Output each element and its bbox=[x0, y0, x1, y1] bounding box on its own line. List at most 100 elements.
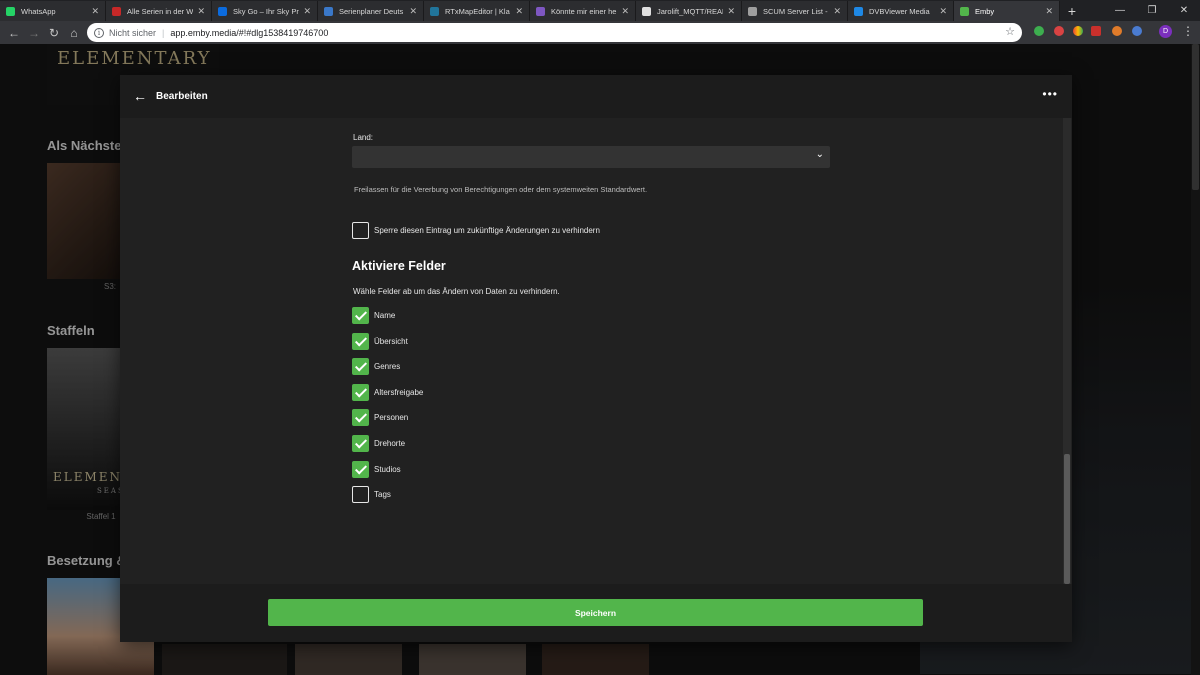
browser-tab[interactable]: RTxMapEditor | Kla ✕ bbox=[424, 1, 530, 21]
lock-item-row[interactable]: Sperre diesen Eintrag um zukünftige Ände… bbox=[352, 222, 600, 239]
browser-tab[interactable]: Könnte mir einer he ✕ bbox=[530, 1, 636, 21]
field-checkbox[interactable] bbox=[352, 307, 369, 324]
enabled-fields-description: Wähle Felder ab um das Ändern von Daten … bbox=[353, 287, 560, 296]
reload-icon[interactable]: ↻ bbox=[44, 23, 64, 43]
enabled-fields-heading: Aktiviere Felder bbox=[352, 259, 446, 273]
field-checkbox-row[interactable]: Übersicht bbox=[352, 332, 408, 350]
tab-close-icon[interactable]: ✕ bbox=[515, 6, 523, 17]
save-button[interactable]: Speichern bbox=[268, 599, 923, 626]
field-checkbox-label[interactable]: Drehorte bbox=[374, 439, 405, 448]
field-checkbox[interactable] bbox=[352, 383, 369, 401]
dialog-scrollbar-thumb[interactable] bbox=[1064, 454, 1070, 584]
field-checkbox[interactable] bbox=[352, 409, 369, 427]
minimize-button[interactable]: — bbox=[1104, 0, 1136, 20]
field-checkbox-row[interactable]: Name bbox=[352, 307, 395, 324]
extension-icon-orange[interactable] bbox=[1112, 26, 1122, 36]
tab-close-icon[interactable]: ✕ bbox=[91, 6, 99, 17]
info-icon[interactable]: i bbox=[94, 27, 104, 38]
tab-close-icon[interactable]: ✕ bbox=[939, 6, 947, 17]
tab-title: DVBViewer Media bbox=[869, 6, 930, 16]
tab-title: RTxMapEditor | Kla bbox=[445, 6, 510, 16]
field-checkbox-row[interactable]: Tags bbox=[352, 486, 391, 504]
field-checkbox-label[interactable]: Genres bbox=[374, 362, 400, 371]
browser-tab[interactable]: Emby ✕ bbox=[954, 1, 1060, 21]
tab-close-icon[interactable]: ✕ bbox=[409, 6, 417, 17]
browser-tab[interactable]: Sky Go – Ihr Sky Pr ✕ bbox=[212, 1, 318, 21]
home-icon[interactable]: ⌂ bbox=[64, 23, 84, 43]
tab-close-icon[interactable]: ✕ bbox=[303, 6, 311, 17]
dialog-footer: Speichern bbox=[120, 584, 1072, 642]
tab-strip: WhatsApp ✕ Alle Serien in der W ✕ Sky Go – I… bbox=[0, 1, 1060, 21]
tab-close-icon[interactable]: ✕ bbox=[621, 6, 629, 17]
extension-icon-abp[interactable] bbox=[1091, 26, 1101, 36]
window-controls: — ❐ ✕ bbox=[1104, 0, 1200, 20]
field-checkbox-row[interactable]: Drehorte bbox=[352, 435, 405, 452]
address-separator: | bbox=[162, 27, 165, 38]
field-checkbox-row[interactable]: Altersfreigabe bbox=[352, 383, 423, 401]
chevron-down-icon: ⌄ bbox=[815, 149, 824, 160]
address-bar[interactable]: i Nicht sicher | app.emby.media/#!#dlg15… bbox=[87, 23, 1022, 42]
browser-tab[interactable]: Serienplaner Deuts ✕ bbox=[318, 1, 424, 21]
tab-title: Alle Serien in der W bbox=[127, 6, 194, 16]
country-label: Land: bbox=[353, 133, 374, 142]
field-checkbox[interactable] bbox=[352, 486, 369, 504]
browser-tab[interactable]: WhatsApp ✕ bbox=[0, 1, 106, 21]
lock-item-label[interactable]: Sperre diesen Eintrag um zukünftige Ände… bbox=[374, 226, 600, 235]
tab-close-icon[interactable]: ✕ bbox=[197, 6, 205, 17]
tab-favicon-icon bbox=[6, 6, 15, 16]
tab-title: Sky Go – Ihr Sky Pr bbox=[233, 6, 299, 16]
field-checkbox-label[interactable]: Name bbox=[374, 311, 395, 320]
maximize-button[interactable]: ❐ bbox=[1136, 0, 1168, 20]
lock-item-checkbox[interactable] bbox=[352, 222, 369, 239]
bookmark-star-icon[interactable]: ☆ bbox=[1005, 25, 1015, 38]
tab-title: Emby bbox=[975, 6, 995, 16]
new-tab-button[interactable]: + bbox=[1060, 1, 1084, 21]
extension-icon-red[interactable] bbox=[1054, 26, 1064, 36]
extension-icon-blue[interactable] bbox=[1132, 26, 1142, 36]
field-checkbox-row[interactable]: Personen bbox=[352, 409, 408, 427]
browser-tab[interactable]: SCUM Server List - ✕ bbox=[742, 1, 848, 21]
tab-title: Jarolift_MQTT/REAL bbox=[657, 6, 724, 16]
field-checkbox[interactable] bbox=[352, 358, 369, 376]
field-checkbox-row[interactable]: Genres bbox=[352, 358, 400, 376]
forward-nav-icon[interactable]: → bbox=[24, 23, 44, 43]
close-window-button[interactable]: ✕ bbox=[1168, 0, 1200, 20]
back-nav-icon[interactable]: ← bbox=[4, 23, 24, 43]
field-checkbox[interactable] bbox=[352, 332, 369, 350]
tab-favicon-icon bbox=[960, 6, 969, 16]
security-label: Nicht sicher bbox=[109, 27, 157, 38]
field-checkbox-label[interactable]: Personen bbox=[374, 413, 408, 422]
extension-icon-multicolor[interactable] bbox=[1073, 26, 1083, 36]
profile-avatar[interactable]: D bbox=[1159, 25, 1172, 38]
browser-tab-bar: WhatsApp ✕ Alle Serien in der W ✕ Sky Go – I… bbox=[0, 0, 1200, 21]
field-checkbox-label[interactable]: Studios bbox=[374, 465, 401, 474]
browser-tab[interactable]: Jarolift_MQTT/REAL ✕ bbox=[636, 1, 742, 21]
field-checkbox-label[interactable]: Tags bbox=[374, 490, 391, 499]
dialog-header: ← Bearbeiten ••• bbox=[120, 75, 1072, 118]
tab-close-icon[interactable]: ✕ bbox=[727, 6, 735, 17]
tab-favicon-icon bbox=[642, 6, 651, 16]
tab-close-icon[interactable]: ✕ bbox=[1045, 6, 1053, 17]
field-checkbox[interactable] bbox=[352, 435, 369, 452]
country-select[interactable]: ⌄ bbox=[352, 146, 830, 168]
field-checkbox[interactable] bbox=[352, 460, 369, 478]
dialog-body: Land: ⌄ Freilassen für die Vererbung von… bbox=[120, 118, 1072, 584]
url-text[interactable]: app.emby.media/#!#dlg1538419746700 bbox=[170, 28, 328, 38]
back-arrow-icon[interactable]: ← bbox=[132, 88, 148, 104]
more-options-icon[interactable]: ••• bbox=[1042, 87, 1058, 101]
country-help-text: Freilassen für die Vererbung von Berecht… bbox=[354, 185, 648, 194]
tab-favicon-icon bbox=[112, 6, 121, 16]
extension-icon-green[interactable] bbox=[1034, 26, 1044, 36]
dialog-scrollbar[interactable] bbox=[1063, 118, 1071, 584]
browser-tab[interactable]: DVBViewer Media ✕ bbox=[848, 1, 954, 21]
field-checkbox-row[interactable]: Studios bbox=[352, 460, 401, 478]
tab-title: Könnte mir einer he bbox=[551, 6, 617, 16]
browser-menu-icon[interactable]: ⋮ bbox=[1182, 24, 1194, 38]
tab-favicon-icon bbox=[748, 6, 757, 16]
edit-dialog: ← Bearbeiten ••• Land: ⌄ Freilassen für … bbox=[120, 75, 1072, 642]
field-checkbox-label[interactable]: Altersfreigabe bbox=[374, 388, 423, 397]
tab-close-icon[interactable]: ✕ bbox=[833, 6, 841, 17]
browser-tab[interactable]: Alle Serien in der W ✕ bbox=[106, 1, 212, 21]
field-checkbox-label[interactable]: Übersicht bbox=[374, 337, 408, 346]
dialog-title: Bearbeiten bbox=[156, 91, 208, 102]
